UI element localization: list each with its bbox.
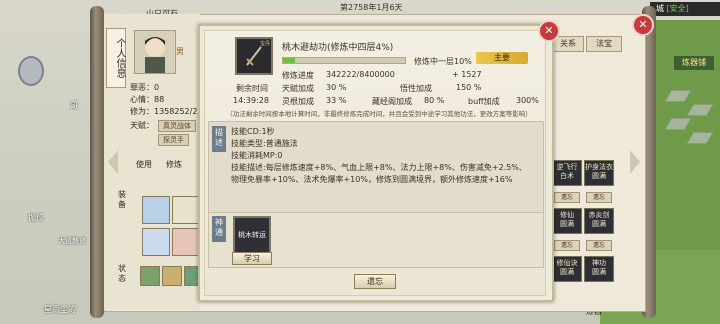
cultivate-tab[interactable]: 修炼: [166, 160, 182, 170]
equipment-slot-cloth[interactable]: [142, 228, 170, 256]
remaining-time-label: 剩余时间: [236, 84, 268, 93]
talent-bonus-label: 天赋加成: [282, 84, 314, 93]
equipment-slot[interactable]: [172, 196, 200, 224]
passive-skill-slot[interactable]: 桃木转运: [233, 216, 271, 254]
npc-label: 哥: [70, 101, 78, 110]
prev-arrow-icon[interactable]: [108, 150, 118, 174]
root-bonus-label: 灵根加成: [282, 97, 314, 106]
library-bonus-value: 80 %: [424, 96, 445, 105]
learn-button[interactable]: 学习: [232, 252, 272, 265]
talent-label: 天赋：: [130, 121, 154, 130]
player-name-label: 星雨尘的: [44, 305, 76, 314]
forget-small-button[interactable]: 遗忘: [554, 192, 580, 203]
character-portrait: [134, 30, 176, 74]
skill-icon: 宝丹: [235, 37, 273, 75]
npc-label-position: 抛位: [28, 213, 44, 222]
location-status: 城 [安全]: [650, 2, 720, 16]
library-bonus-label: 藏经阁加成: [372, 97, 412, 106]
safe-badge: [安全]: [666, 4, 689, 13]
character-portrait-icon: [145, 37, 165, 73]
game-date: 第2758年1月6天: [340, 3, 403, 12]
location-name: 城: [656, 4, 664, 13]
stat-progress-extra: + 1527: [452, 70, 482, 79]
tab-treasure[interactable]: 法宝: [586, 36, 622, 52]
insight-bonus-value: 150 %: [456, 83, 482, 92]
main-skill-badge[interactable]: 主要: [476, 52, 528, 64]
close-dialog-icon[interactable]: ✕: [538, 20, 560, 42]
tab-passive[interactable]: 神通: [212, 216, 226, 242]
close-panel-icon[interactable]: ✕: [632, 14, 654, 36]
equip-label: 装备: [118, 190, 126, 209]
skill-status-text: 修炼中一层10%: [414, 57, 472, 66]
stat-progress-value: 342222/8400000: [326, 70, 395, 79]
forget-small-button[interactable]: 遗忘: [586, 192, 612, 203]
talent-chip[interactable]: 真灵战体: [158, 120, 196, 132]
buff-bonus-label: buff加成: [468, 97, 500, 106]
desc-line-cost: 技能消耗MP:0: [231, 151, 283, 160]
skill-slot[interactable]: 护身法衣 圆满: [584, 160, 614, 186]
desc-line-effect: 技能描述:每层修炼速度+8%、气血上限+8%、法力上限+8%、伤害减免+2.5%…: [231, 163, 527, 184]
next-arrow-icon[interactable]: [630, 150, 640, 174]
skill-name: 桃木避劫功(修炼中四层4%): [282, 43, 394, 53]
status-icon[interactable]: [140, 266, 160, 286]
description-text: 技能CD:1秒 技能类型:普通施法 技能消耗MP:0 技能描述:每层修炼速度+8…: [231, 126, 531, 186]
tab-description[interactable]: 描述: [212, 126, 226, 152]
desc-line-cd: 技能CD:1秒: [231, 127, 275, 136]
skill-progress-bar: [282, 57, 406, 64]
character-panel-title: 个人信息: [106, 28, 126, 88]
stat-label-crime: 罪恶：0: [130, 83, 160, 92]
skill-slot[interactable]: 神功 圆满: [584, 256, 614, 282]
gender-label: 男: [176, 47, 184, 56]
talent-bonus-value: 30 %: [326, 83, 347, 92]
equipment-slot-item[interactable]: [172, 228, 200, 256]
stat-progress-label: 修炼进度: [282, 71, 314, 80]
skill-progress-fill: [283, 58, 296, 63]
forget-small-button[interactable]: 遗忘: [586, 240, 612, 251]
buff-bonus-value: 300%: [516, 96, 539, 105]
status-icon[interactable]: [162, 266, 182, 286]
skill-slot[interactable]: 逆飞行 白术: [552, 160, 582, 186]
forget-small-button[interactable]: 遗忘: [554, 240, 580, 251]
equipment-slot-armor[interactable]: [142, 196, 170, 224]
npc-label-sect: 大道散修: [58, 237, 86, 245]
skill-slot[interactable]: 赤炎剑 圆满: [584, 208, 614, 234]
talent-chip[interactable]: 探灵手: [158, 134, 189, 146]
insight-bonus-label: 悟性加成: [400, 84, 432, 93]
minimap-avatar[interactable]: [18, 56, 44, 86]
time-note: （功法剩余时间按本地计算时间，非最终修炼完成时间，并且会受到中途学习其他功法，更…: [226, 110, 532, 118]
root-bonus-value: 33 %: [326, 96, 347, 105]
craft-shop-sign[interactable]: 炼器铺: [674, 56, 714, 70]
stat-label-cultivation: 修为：1358252/2: [130, 107, 198, 116]
skill-icon-label: 宝丹: [259, 41, 270, 47]
use-tab[interactable]: 使用: [136, 160, 152, 170]
desc-line-type: 技能类型:普通施法: [231, 139, 298, 148]
scroll-rod-left: [90, 6, 104, 318]
state-label: 状态: [118, 264, 126, 283]
stat-label-mood: 心情：88: [130, 95, 165, 104]
forget-button[interactable]: 遗忘: [354, 274, 396, 289]
remaining-time-value: 14:39:28: [233, 96, 269, 105]
skill-slot[interactable]: 修仙 圆满: [552, 208, 582, 234]
skill-slot[interactable]: 修仙诀 圆满: [552, 256, 582, 282]
